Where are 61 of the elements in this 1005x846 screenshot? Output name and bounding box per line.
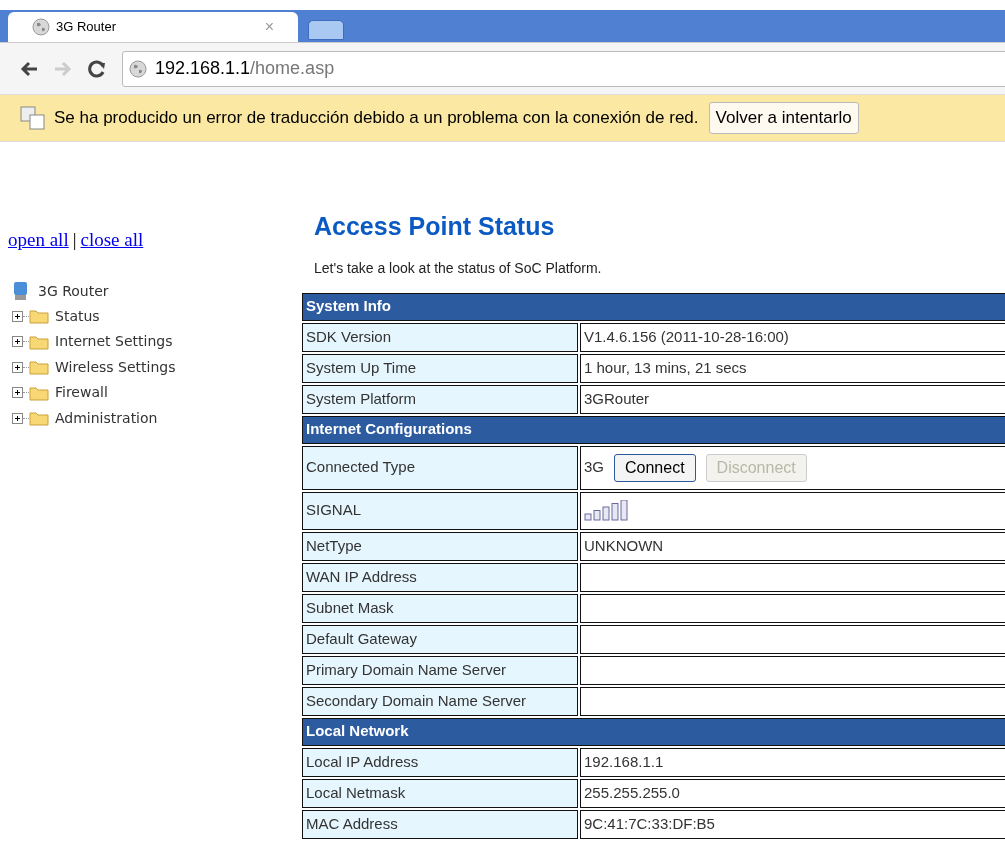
label-cell: Local IP Address [302, 747, 578, 777]
new-tab-button[interactable] [308, 20, 344, 40]
label-cell: Subnet Mask [302, 593, 578, 623]
back-icon[interactable] [20, 60, 38, 77]
label-cell: System Up Time [302, 353, 578, 383]
label-cell: SIGNAL [302, 491, 578, 530]
tree-item[interactable]: Firewall [55, 382, 108, 404]
value-text: V1.4.6.156 (2011-10-28-16:00) [584, 327, 789, 345]
folder-icon [29, 308, 49, 325]
label-cell: WAN IP Address [302, 562, 578, 592]
expand-icon[interactable] [12, 336, 23, 348]
expand-icon[interactable] [12, 310, 23, 322]
tree-item[interactable]: Wireless Settings [55, 356, 176, 378]
label-cell: Connected Type [302, 445, 578, 490]
url-text: 192.168.1.1/home.asp [155, 57, 335, 80]
link-separator: | [72, 228, 77, 252]
expand-icon[interactable] [12, 387, 23, 399]
tab-title: 3G Router [56, 18, 116, 37]
expand-icon[interactable] [12, 361, 23, 373]
tree-item[interactable]: Status [55, 305, 100, 327]
value-text: 3GRouter [584, 389, 650, 407]
value-text: 3G [584, 457, 604, 478]
tree-item[interactable]: Administration [55, 407, 158, 429]
value-text: 9C:41:7C:33:DF:B5 [584, 814, 715, 832]
section-header: System Info [302, 292, 1005, 321]
action-button[interactable]: Connect [614, 453, 696, 482]
reload-icon[interactable] [88, 59, 106, 78]
tree-root[interactable]: 3G Router [38, 280, 109, 302]
browser-tab[interactable]: 3G Router × [8, 12, 298, 42]
expand-icon[interactable] [12, 412, 23, 424]
page-title: Access Point Status [314, 211, 556, 242]
globe-icon [129, 59, 147, 78]
label-cell: System Platform [302, 384, 578, 414]
signal-icon [584, 499, 628, 522]
label-cell: Local Netmask [302, 778, 578, 808]
folder-icon [29, 384, 49, 401]
value-text: UNKNOWN [584, 536, 664, 554]
tree-item[interactable]: Internet Settings [55, 331, 173, 353]
label-cell: Secondary Domain Name Server [302, 686, 578, 716]
value-text: 1 hour, 13 mins, 21 secs [584, 358, 747, 376]
value-text: 255.255.255.0 [584, 783, 680, 801]
retry-button[interactable]: Volver a intentarlo [708, 102, 859, 134]
infobar-message: Se ha producido un error de traducción debido a un problema con la conexión de red. [54, 107, 699, 130]
address-bar[interactable]: 192.168.1.1/home.asp [122, 50, 1005, 87]
folder-icon [29, 410, 49, 427]
folder-icon [29, 333, 49, 350]
translate-icon [20, 106, 46, 130]
section-header: Internet Configurations [302, 415, 1005, 444]
open-all-link[interactable]: open all [8, 226, 69, 255]
label-cell: SDK Version [302, 322, 578, 352]
label-cell: Primary Domain Name Server [302, 655, 578, 685]
section-header: Local Network [302, 717, 1005, 746]
intro-text: Let's take a look at the status of SoC Platform. [314, 258, 603, 278]
label-cell: NetType [302, 531, 578, 561]
value-text: 192.168.1.1 [584, 752, 664, 770]
globe-icon [32, 18, 50, 36]
close-all-link[interactable]: close all [80, 226, 144, 255]
label-cell: MAC Address [302, 809, 578, 839]
label-cell: Default Gateway [302, 624, 578, 654]
folder-icon [29, 359, 49, 376]
computer-icon [12, 281, 30, 301]
